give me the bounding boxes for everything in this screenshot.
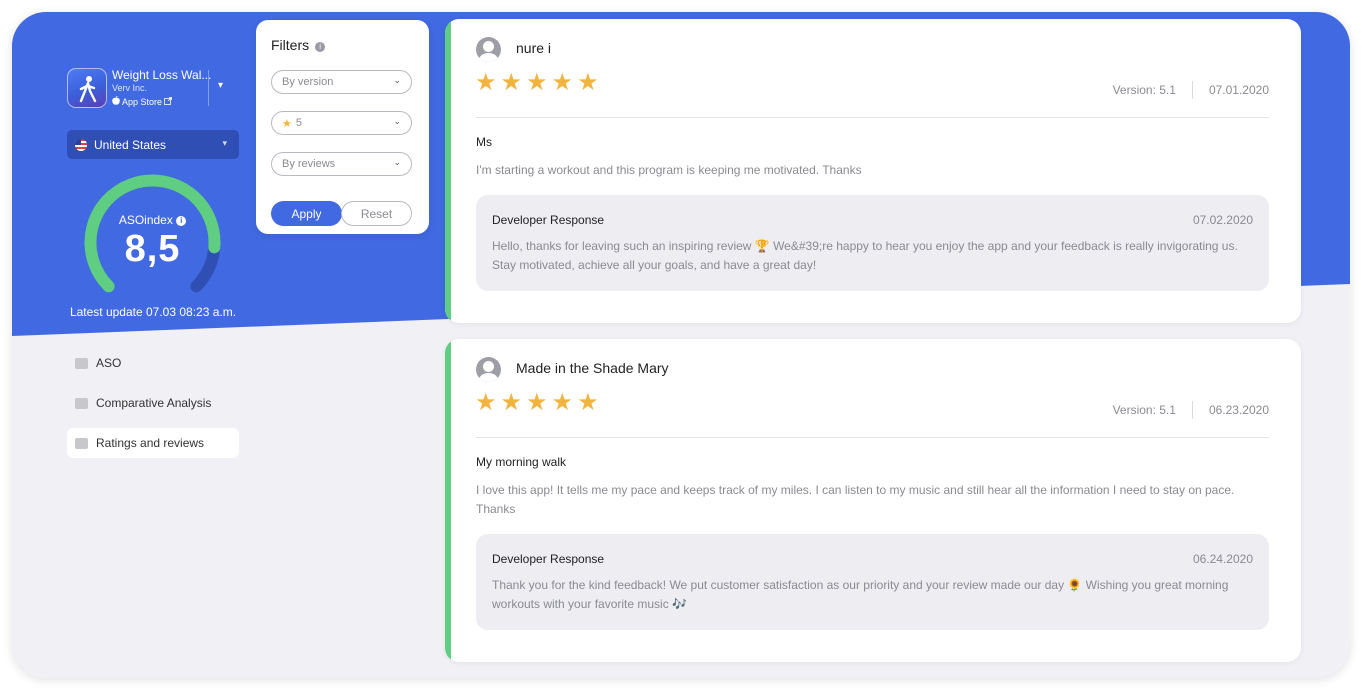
app-name: Weight Loss Wal...	[112, 68, 212, 82]
developer-response-title: Developer Response	[492, 552, 605, 566]
latest-update: Latest update 07.03 08:23 a.m.	[69, 305, 237, 319]
chevron-down-icon[interactable]: ▾	[218, 80, 223, 91]
review-version: Version: 5.1	[1112, 403, 1176, 417]
reset-button[interactable]: Reset	[341, 201, 412, 226]
developer-response: Developer Response 06.24.2020 Thank you …	[476, 534, 1269, 630]
star-icon: ★	[475, 389, 497, 416]
sort-select-placeholder: By reviews	[282, 158, 336, 170]
star-icon: ★	[577, 389, 599, 416]
filters-panel: Filters i By version ⌄ ★ 5 ⌄ By reviews ⌄…	[256, 20, 429, 234]
avatar	[476, 37, 501, 62]
review-date: 06.23.2020	[1208, 403, 1269, 417]
star-icon: ★	[526, 389, 548, 416]
info-icon[interactable]: i	[176, 216, 187, 226]
chevron-down-icon: ⌄	[393, 116, 401, 126]
meta-divider	[1191, 401, 1193, 419]
us-flag-icon	[75, 138, 87, 151]
star-icon: ★	[475, 69, 497, 96]
aso-index-value: 8,5	[124, 228, 181, 270]
app-store-link[interactable]: App Store	[112, 95, 172, 107]
rating-stars: ★ ★ ★ ★ ★	[475, 71, 599, 95]
nav-item-aso[interactable]: ASO	[67, 348, 239, 378]
review-card: nure i ★ ★ ★ ★ ★ Version: 5.1 07.01.2020 Ms …	[445, 19, 1301, 323]
chevron-down-icon: ⌄	[393, 75, 401, 85]
review-date: 07.01.2020	[1208, 83, 1269, 97]
version-select-placeholder: By version	[282, 76, 334, 88]
apply-button[interactable]: Apply	[271, 201, 342, 226]
rating-select-value: 5	[295, 117, 302, 129]
nav-item-comparative-analysis[interactable]: Comparative Analysis	[67, 388, 239, 418]
rating-stars: ★ ★ ★ ★ ★	[475, 391, 599, 415]
developer-response-date: 07.02.2020	[1192, 213, 1253, 227]
info-icon[interactable]: i	[315, 42, 326, 52]
star-icon: ★	[526, 69, 548, 96]
app-store-label: App Store	[122, 96, 163, 107]
chevron-down-icon: ⌄	[393, 157, 401, 167]
developer-response-body: Thank you for the kind feedback! We put …	[492, 578, 1229, 611]
nav-item-label: Ratings and reviews	[96, 436, 205, 450]
sort-select[interactable]: By reviews ⌄	[271, 152, 412, 176]
version-select[interactable]: By version ⌄	[271, 70, 412, 94]
app-icon	[67, 68, 107, 108]
rating-select[interactable]: ★ 5 ⌄	[271, 111, 412, 135]
filters-title: Filters	[271, 37, 310, 53]
external-link-icon	[164, 96, 172, 107]
nav-item-label: Comparative Analysis	[96, 396, 212, 410]
developer-response: Developer Response 07.02.2020 Hello, tha…	[476, 195, 1269, 291]
developer-response-body: Hello, thanks for leaving such an inspir…	[492, 239, 1238, 272]
star-icon: ★	[577, 69, 599, 96]
chat-icon	[75, 437, 88, 449]
developer-response-title: Developer Response	[492, 213, 605, 227]
apple-icon	[112, 95, 120, 107]
aso-index-label-row: ASOindex i	[80, 213, 225, 227]
nav-item-label: ASO	[96, 356, 122, 370]
review-meta: Version: 5.1 07.01.2020	[1113, 81, 1269, 99]
review-meta: Version: 5.1 06.23.2020	[1113, 401, 1269, 419]
folder-icon	[75, 357, 88, 369]
app-selector[interactable]: Weight Loss Wal... Verv Inc. App Store ▾	[67, 68, 237, 110]
review-body: I'm starting a workout and this program …	[476, 163, 862, 177]
chevron-down-icon: ▾	[222, 138, 227, 148]
divider	[476, 437, 1269, 438]
country-select[interactable]: United States ▾	[67, 130, 239, 159]
star-icon: ★	[551, 69, 574, 96]
divider	[476, 117, 1269, 118]
app-divider	[208, 70, 209, 106]
star-icon: ★	[551, 389, 574, 416]
aso-index-label: ASOindex	[118, 213, 173, 227]
avatar	[476, 357, 501, 382]
developer-response-date: 06.24.2020	[1192, 552, 1253, 566]
star-icon: ★	[500, 69, 523, 96]
filters-title-row: Filters i	[271, 37, 326, 53]
review-author: nure i	[516, 40, 552, 56]
star-icon: ★	[282, 117, 292, 130]
review-body: I love this app! It tells me my pace and…	[476, 483, 1235, 516]
review-title: My morning walk	[476, 455, 567, 469]
nav-item-ratings-and-reviews[interactable]: Ratings and reviews	[67, 428, 239, 458]
compare-icon	[75, 397, 88, 409]
review-version: Version: 5.1	[1112, 83, 1176, 97]
country-label: United States	[94, 137, 167, 152]
app-developer: Verv Inc.	[112, 83, 148, 93]
aso-index-gauge: ASOindex i 8,5	[80, 170, 225, 315]
meta-divider	[1191, 81, 1193, 99]
review-author: Made in the Shade Mary	[516, 360, 669, 376]
review-card: Made in the Shade Mary ★ ★ ★ ★ ★ Version: 5.…	[445, 339, 1301, 662]
app-frame: Weight Loss Wal... Verv Inc. App Store ▾…	[12, 12, 1350, 678]
star-icon: ★	[500, 389, 523, 416]
review-title: Ms	[476, 135, 492, 149]
